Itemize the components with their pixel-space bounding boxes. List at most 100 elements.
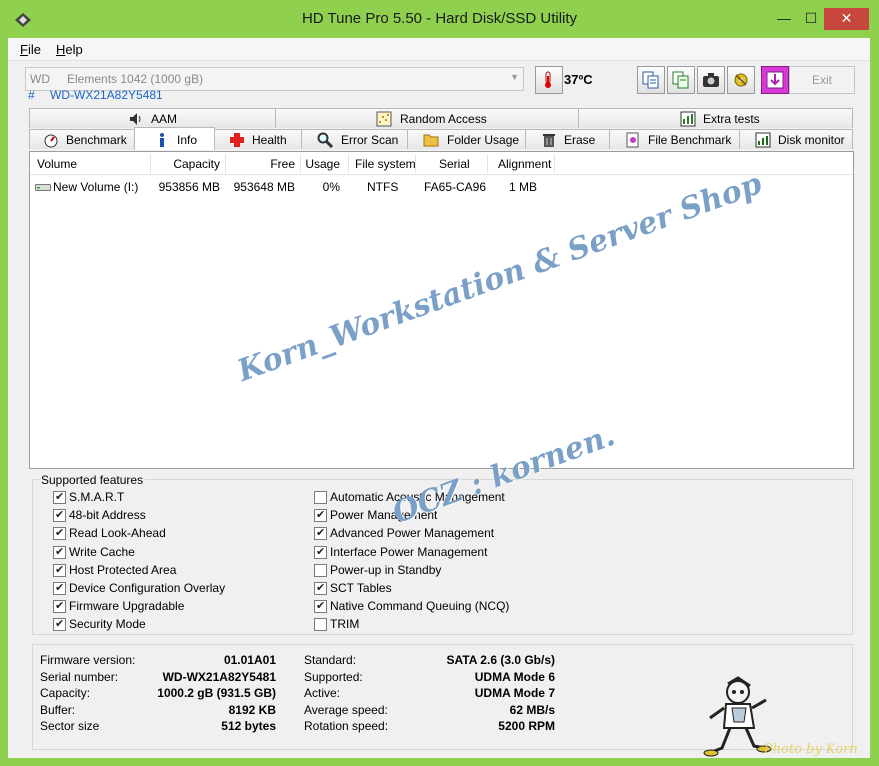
drive-model: Elements 1042 (1000 gB) [67,72,204,86]
tab-folder-usage[interactable]: Folder Usage [407,129,527,149]
feature-label: Host Protected Area [69,562,177,577]
cell-volume: New Volume (I:) [53,180,139,194]
col-volume[interactable]: Volume [37,157,77,173]
checkbox[interactable] [53,508,66,523]
copy-text-button[interactable] [637,66,665,94]
tab-aam[interactable]: AAM [29,108,277,128]
checkbox[interactable] [53,490,66,504]
checkbox[interactable] [314,545,327,559]
col-file-system[interactable]: File system [355,157,416,173]
feature-label: Device Configuration Overlay [69,581,226,595]
feature-label: Firmware Upgradable [69,599,185,614]
info-icon [160,133,164,147]
info-label: Sector size [40,719,100,733]
feature-label: 48-bit Address [69,508,146,523]
checkbox[interactable] [53,545,66,559]
wrench-icon [734,73,748,87]
info-label: Buffer: [40,702,76,717]
drive-vendor: WD [30,72,50,86]
info-value: 512 bytes [221,719,276,733]
tab-error-scan[interactable]: Error Scan [301,129,409,149]
info-value: 5200 RPM [498,719,555,733]
trash-icon [543,134,555,147]
save-button[interactable] [761,66,789,94]
tab-disk-monitor[interactable]: Disk monitor [739,129,853,149]
copy-all-button[interactable] [667,66,695,94]
menu-file[interactable]: File [20,42,41,57]
tab-info[interactable]: Info [134,127,215,150]
feature-label: Interface Power Management [330,544,488,559]
col-serial[interactable]: Serial [439,157,470,173]
arrow-down-icon [766,71,784,89]
feature-label: Read Look-Ahead [69,526,166,541]
info-value: 8192 KB [228,702,276,717]
checkbox[interactable] [53,617,66,632]
speaker-icon [130,113,141,125]
tab-row-top: AAM Random Access Extra tests [29,108,853,128]
copy-icon [642,71,659,89]
options-button[interactable] [727,66,755,94]
feature-label: S.M.A.R.T [69,490,125,504]
chevron-down-icon: ▼ [510,72,519,82]
photo-credit: Photo by Korn [764,742,858,757]
tab-erase[interactable]: Erase [525,129,611,149]
tab-benchmark[interactable]: Benchmark [29,129,136,149]
copy-green-icon [672,71,689,89]
info-label: Rotation speed: [304,719,389,733]
disk-monitor-icon [755,132,771,148]
info-label: Supported: [304,669,363,684]
col-capacity[interactable]: Capacity [150,157,220,173]
thermometer-icon [545,71,551,88]
cell-usage: 0% [322,180,340,194]
col-free[interactable]: Free [225,157,295,173]
mascot-logo [703,676,772,757]
menu-help[interactable]: Help [56,42,83,57]
checkbox[interactable] [314,599,327,614]
tab-file-benchmark[interactable]: File Benchmark [609,129,741,149]
info-value: SATA 2.6 (3.0 Gb/s) [446,653,555,667]
maximize-button[interactable]: ☐ [798,8,824,30]
checkbox[interactable] [314,508,327,523]
cell-serial: FA65-CA96 [424,180,487,194]
checkbox[interactable] [314,491,327,504]
exit-button[interactable]: Exit [789,66,855,94]
feature-label: SCT Tables [330,581,392,595]
info-label: Firmware version: [40,653,136,667]
checkbox[interactable] [314,563,327,577]
tab-random-access[interactable]: Random Access [275,108,580,128]
close-button[interactable]: ✕ [824,8,869,30]
col-divider [554,154,555,173]
feature-label: TRIM [330,617,360,632]
col-alignment[interactable]: Alignment [498,157,551,173]
feature-label: Advanced Power Management [330,526,495,541]
checkbox[interactable] [314,618,327,632]
col-divider [415,154,416,173]
title-bar[interactable]: HD Tune Pro 5.50 - Hard Disk/SSD Utility… [0,0,879,38]
checkbox[interactable] [53,599,66,614]
checkbox[interactable] [314,526,327,541]
drive-icon [35,184,51,191]
magnifier-icon [317,132,333,148]
menu-bar: File Help [8,38,870,61]
screenshot-button[interactable] [697,66,725,94]
col-divider [348,154,349,173]
checkbox[interactable] [53,581,66,595]
info-value: UDMA Mode 6 [474,669,555,684]
col-usage[interactable]: Usage [300,157,340,173]
cell-capacity: 953856 MB [158,180,220,194]
checkbox[interactable] [314,581,327,595]
temperature-readout: 37ºC [564,72,593,87]
info-value: 01.01A01 [223,653,276,667]
cell-alignment: 1 MB [509,180,538,194]
info-label: Capacity: [40,686,91,700]
temperature-button[interactable] [535,66,563,94]
info-label: Standard: [304,653,357,667]
tab-extra-tests[interactable]: Extra tests [578,108,853,128]
minimize-button[interactable]: — [770,8,798,30]
features-title: Supported features [39,473,146,487]
camera-icon [703,73,719,87]
info-label: Active: [304,686,341,700]
checkbox[interactable] [53,563,66,577]
checkbox[interactable] [53,526,66,541]
tab-health[interactable]: Health [213,129,303,149]
